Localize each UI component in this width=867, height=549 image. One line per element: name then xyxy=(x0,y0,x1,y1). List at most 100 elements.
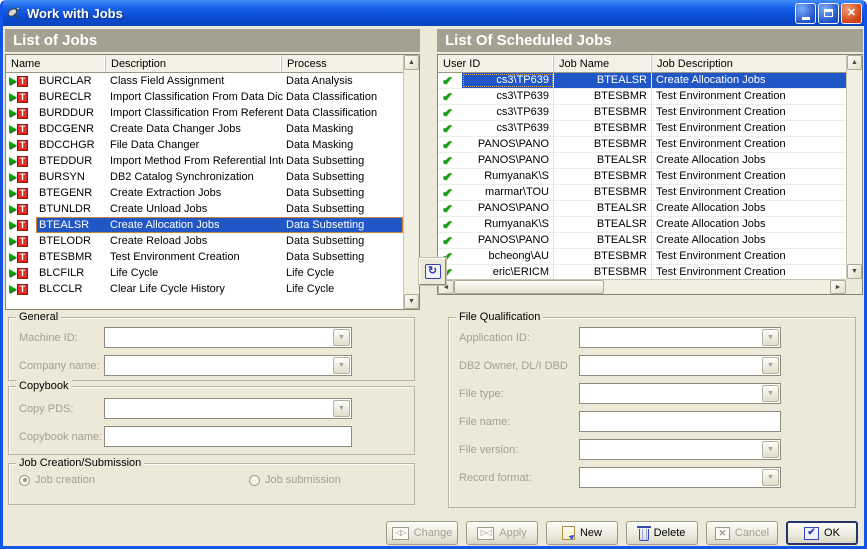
field-input[interactable] xyxy=(579,467,781,488)
jobs-vertical-scrollbar[interactable]: ▲ ▼ xyxy=(403,55,419,309)
field-label: DB2 Owner, DL/I DBD xyxy=(459,360,579,372)
BURECLR[interactable]: T BURECLR Import Classification From Dat… xyxy=(6,89,403,105)
field-value[interactable] xyxy=(580,384,761,403)
BTUNLDR[interactable]: T BTUNLDR Create Unload Jobs Data Subset… xyxy=(6,201,403,217)
change-button[interactable]: Change xyxy=(386,521,458,545)
scheduled-job-row[interactable]: ✔ RumyanaK\S BTESBMR Test Environment Cr… xyxy=(438,169,846,185)
radio-option[interactable]: Job submission xyxy=(249,474,341,486)
cell-job-description: Test Environment Creation xyxy=(652,169,846,184)
cancel-button[interactable]: Cancel xyxy=(706,521,778,545)
dropdown-arrow-icon[interactable] xyxy=(762,441,779,458)
scheduled-job-row[interactable]: ✔ cs3\TP639 BTEALSR Create Allocation Jo… xyxy=(438,73,846,89)
field-input[interactable] xyxy=(104,355,352,376)
field-value[interactable] xyxy=(105,427,351,446)
scheduled-jobs-table-body: ✔ cs3\TP639 BTEALSR Create Allocation Jo… xyxy=(438,73,846,279)
BURCLAR[interactable]: T BURCLAR Class Field Assignment Data An… xyxy=(6,73,403,89)
scheduled-horizontal-scrollbar[interactable]: ◄ ► xyxy=(438,279,846,294)
field-value[interactable] xyxy=(580,412,780,431)
dropdown-arrow-icon[interactable] xyxy=(333,329,350,346)
field-input[interactable] xyxy=(579,355,781,376)
form-field-row: Record format: xyxy=(459,467,845,488)
row-icons: T xyxy=(6,140,36,151)
minimize-button[interactable] xyxy=(795,3,816,24)
close-button[interactable]: ✕ xyxy=(841,3,862,24)
dropdown-arrow-icon[interactable] xyxy=(762,357,779,374)
dropdown-arrow-icon[interactable] xyxy=(333,400,350,417)
field-value[interactable] xyxy=(105,328,332,347)
dropdown-arrow-icon[interactable] xyxy=(762,469,779,486)
cell-user-id: PANOS\PANO xyxy=(462,233,554,248)
scheduled-job-row[interactable]: ✔ bcheong\AU BTESBMR Test Environment Cr… xyxy=(438,249,846,265)
cell-process: Data Subsetting xyxy=(283,202,402,217)
field-input[interactable] xyxy=(579,411,781,432)
field-value[interactable] xyxy=(105,399,332,418)
field-input[interactable] xyxy=(104,426,352,447)
field-input[interactable] xyxy=(579,327,781,348)
BLCCLR[interactable]: T BLCCLR Clear Life Cycle History Life C… xyxy=(6,281,403,297)
scheduled-job-row[interactable]: ✔ eric\ERICM BTESBMR Test Environment Cr… xyxy=(438,265,846,279)
cell-job-description: Test Environment Creation xyxy=(652,105,846,120)
field-input[interactable] xyxy=(104,327,352,348)
scheduled-job-row[interactable]: ✔ PANOS\PANO BTEALSR Create Allocation J… xyxy=(438,233,846,249)
titlebar[interactable]: Work with Jobs ✕ xyxy=(0,0,867,26)
BTEGENR[interactable]: T BTEGENR Create Extraction Jobs Data Su… xyxy=(6,185,403,201)
dropdown-arrow-icon[interactable] xyxy=(333,357,350,374)
BURDDUR[interactable]: T BURDDUR Import Classification From Ref… xyxy=(6,105,403,121)
scroll-down-icon[interactable]: ▼ xyxy=(404,294,419,309)
dropdown-arrow-icon[interactable] xyxy=(762,385,779,402)
field-input[interactable] xyxy=(104,398,352,419)
maximize-button[interactable] xyxy=(818,3,839,24)
scroll-up-icon[interactable]: ▲ xyxy=(404,55,419,70)
column-header-job-description: Job Description xyxy=(652,55,846,72)
apply-button[interactable]: Apply xyxy=(466,521,538,545)
cell-name: BTELODR xyxy=(37,234,107,249)
transfer-jobs-button[interactable]: ↻ xyxy=(419,258,446,285)
BTESBMR[interactable]: T BTESBMR Test Environment Creation Data… xyxy=(6,249,403,265)
scheduled-vertical-scrollbar[interactable]: ▲ ▼ xyxy=(846,55,862,279)
green-play-icon xyxy=(9,157,16,165)
field-input[interactable] xyxy=(579,383,781,404)
cell-process: Life Cycle xyxy=(283,282,402,297)
scrollbar-thumb[interactable] xyxy=(454,280,604,294)
BDCGENR[interactable]: T BDCGENR Create Data Changer Jobs Data … xyxy=(6,121,403,137)
cell-process: Data Classification xyxy=(283,106,402,121)
scheduled-job-row[interactable]: ✔ PANOS\PANO BTEALSR Create Allocation J… xyxy=(438,201,846,217)
scheduled-job-row[interactable]: ✔ RumyanaK\S BTEALSR Create Allocation J… xyxy=(438,217,846,233)
BDCCHGR[interactable]: T BDCCHGR File Data Changer Data Masking xyxy=(6,137,403,153)
field-value[interactable] xyxy=(105,356,332,375)
field-value[interactable] xyxy=(580,468,761,487)
BTEALSR[interactable]: T BTEALSR Create Allocation Jobs Data Su… xyxy=(6,217,403,233)
ok-button[interactable]: OK xyxy=(786,521,858,545)
field-value[interactable] xyxy=(580,356,761,375)
BTELODR[interactable]: T BTELODR Create Reload Jobs Data Subset… xyxy=(6,233,403,249)
dialog-content: List of Jobs List Of Scheduled Jobs Name… xyxy=(3,26,864,546)
dropdown-arrow-icon[interactable] xyxy=(762,329,779,346)
cell-name: BLCFILR xyxy=(37,266,107,281)
cell-name: BURECLR xyxy=(37,90,107,105)
scroll-down-icon[interactable]: ▼ xyxy=(847,264,862,279)
cell-job-name: BTESBMR xyxy=(554,137,652,152)
new-button[interactable]: New xyxy=(546,521,618,545)
scroll-right-icon[interactable]: ► xyxy=(830,280,846,294)
row-icons: T xyxy=(6,108,36,119)
scheduled-job-row[interactable]: ✔ PANOS\PANO BTEALSR Create Allocation J… xyxy=(438,153,846,169)
cell-description: Create Unload Jobs xyxy=(107,202,283,217)
green-check-icon: ✔ xyxy=(442,107,452,119)
field-value[interactable] xyxy=(580,440,761,459)
scheduled-job-row[interactable]: ✔ PANOS\PANO BTESBMR Test Environment Cr… xyxy=(438,137,846,153)
field-value[interactable] xyxy=(580,328,761,347)
scheduled-job-row[interactable]: ✔ cs3\TP639 BTESBMR Test Environment Cre… xyxy=(438,89,846,105)
BURSYN[interactable]: T BURSYN DB2 Catalog Synchronization Dat… xyxy=(6,169,403,185)
field-input[interactable] xyxy=(579,439,781,460)
cell-job-name: BTESBMR xyxy=(554,121,652,136)
scheduled-job-row[interactable]: ✔ cs3\TP639 BTESBMR Test Environment Cre… xyxy=(438,105,846,121)
radio-option[interactable]: Job creation xyxy=(19,474,249,486)
close-icon: ✕ xyxy=(847,8,856,19)
delete-button[interactable]: Delete xyxy=(626,521,698,545)
scheduled-job-row[interactable]: ✔ marmar\TOU BTESBMR Test Environment Cr… xyxy=(438,185,846,201)
scheduled-job-row[interactable]: ✔ cs3\TP639 BTESBMR Test Environment Cre… xyxy=(438,121,846,137)
BLCFILR[interactable]: T BLCFILR Life Cycle Life Cycle xyxy=(6,265,403,281)
red-t-icon: T xyxy=(17,108,28,119)
BTEDDUR[interactable]: T BTEDDUR Import Method From Referential… xyxy=(6,153,403,169)
scroll-up-icon[interactable]: ▲ xyxy=(847,55,862,70)
